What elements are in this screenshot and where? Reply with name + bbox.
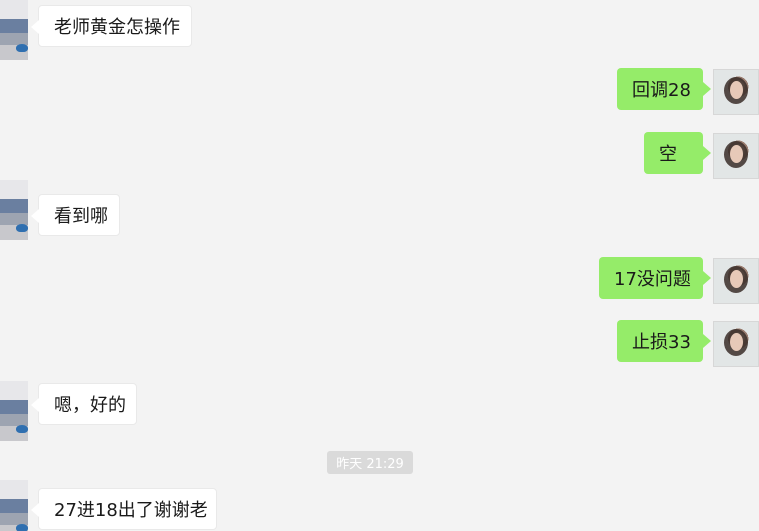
message-bubble-incoming[interactable]: 看到哪 [31,194,120,236]
message-text: 止损33 [632,332,691,353]
avatar-contact[interactable] [0,180,28,240]
message-bubble-incoming[interactable]: 老师黄金怎操作 [31,5,192,47]
message-text: 回调28 [632,80,691,101]
avatar-self[interactable] [713,69,759,115]
message-text: 17没问题 [614,269,691,290]
avatar-self[interactable] [713,133,759,179]
timestamp-text: 昨天 21:29 [336,457,404,472]
message-bubble-outgoing[interactable]: 空 [644,132,711,174]
avatar-contact[interactable] [0,381,28,441]
message-text: 嗯，好的 [54,395,126,416]
message-bubble-outgoing[interactable]: 回调28 [617,68,711,110]
avatar-self[interactable] [713,321,759,367]
avatar-contact[interactable] [0,0,28,60]
message-bubble-outgoing[interactable]: 止损33 [617,320,711,362]
message-text: 老师黄金怎操作 [54,17,180,38]
avatar-contact[interactable] [0,480,28,531]
message-text: 空 [659,144,677,165]
message-bubble-outgoing[interactable]: 17没问题 [599,257,711,299]
message-text: 27进18出了谢谢老 [54,500,208,521]
message-bubble-incoming[interactable]: 27进18出了谢谢老 [31,488,217,530]
message-text: 看到哪 [54,206,108,227]
avatar-self[interactable] [713,258,759,304]
timestamp-separator: 昨天 21:29 [327,451,413,474]
message-bubble-incoming[interactable]: 嗯，好的 [31,383,137,425]
